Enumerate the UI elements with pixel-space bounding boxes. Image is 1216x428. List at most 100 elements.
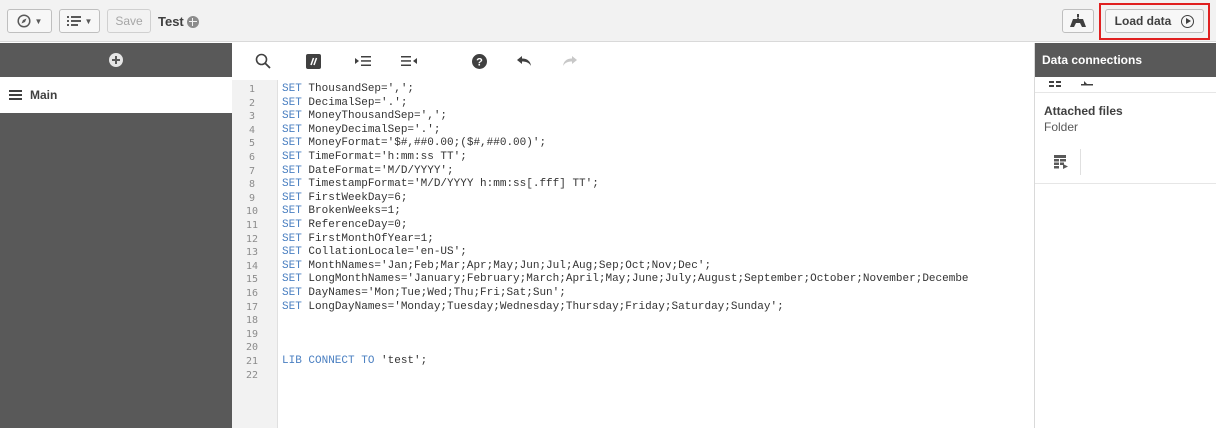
code-text: MoneyThousandSep=','; [301, 110, 448, 123]
attached-files-label: Attached files [1044, 104, 1123, 118]
app-title-text: Test [158, 14, 184, 29]
code-text: FirstMonthOfYear=1; [301, 232, 434, 245]
line-number: 15 [245, 274, 259, 286]
code-text: DayNames='Mon;Tue;Wed;Thu;Fri;Sat;Sun'; [301, 287, 566, 299]
svg-text:?: ? [476, 56, 483, 68]
global-menu-button[interactable]: ▼ [59, 9, 100, 33]
navigation-menu-button[interactable]: ▼ [7, 9, 52, 33]
line-number: 17 [245, 301, 259, 313]
line-number: 12 [245, 233, 259, 245]
code-text: CollationLocale='en-US'; [301, 246, 467, 259]
indent-icon[interactable] [354, 52, 372, 70]
code-keyword: SET [282, 123, 302, 136]
code-text: MonthNames='Jan;Feb;Mar;Apr;May;Jun;Jul;… [301, 259, 712, 272]
redo-icon[interactable] [560, 52, 578, 70]
code-line[interactable]: SET BrokenWeeks=1; [282, 205, 401, 219]
code-keyword: SET [282, 83, 302, 95]
code-line[interactable]: SET ThousandSep=','; [282, 83, 414, 97]
code-line[interactable]: SET LongDayNames='Monday;Tuesday;Wednesd… [282, 301, 784, 315]
line-number: 6 [248, 152, 256, 163]
line-number: 11 [245, 220, 259, 231]
code-line[interactable]: LIB CONNECT TO 'test'; [282, 355, 427, 369]
code-line[interactable]: SET FirstWeekDay=6; [282, 192, 407, 206]
save-button[interactable]: Save [107, 9, 151, 33]
code-text: TimestampFormat='M/D/YYYY h:mm:ss[.fff] … [301, 178, 599, 191]
play-icon [1181, 14, 1195, 28]
code-keyword: SET [282, 164, 302, 177]
line-number: 10 [245, 206, 259, 218]
code-keyword: SET [282, 287, 302, 299]
plus-icon[interactable] [109, 53, 123, 67]
code-line[interactable]: SET CollationLocale='en-US'; [282, 246, 467, 260]
line-number: 20 [245, 342, 259, 354]
code-keyword: SET [282, 300, 302, 313]
line-number: 16 [245, 288, 259, 299]
load-data-label: Load data [1114, 14, 1172, 28]
code-keyword: SET [282, 137, 302, 150]
script-editor[interactable]: SET ThousandSep=','; SET DecimalSep='.'; S… [278, 80, 1034, 428]
code-line[interactable]: SET MoneyFormat='$#,##0.00;($#,##0.00)'; [282, 137, 546, 151]
caret-down-icon: ▼ [34, 16, 43, 26]
table-icon[interactable] [1041, 149, 1081, 175]
code-keyword: SET [282, 273, 302, 286]
section-label: Main [30, 88, 58, 102]
code-line[interactable]: SET DecimalSep='.'; [282, 97, 407, 111]
line-number: 19 [245, 328, 259, 340]
folder-label: Folder [1044, 120, 1079, 134]
load-data-button[interactable]: Load data [1105, 9, 1204, 33]
code-line[interactable]: SET LongMonthNames='January;February;Mar… [282, 273, 969, 287]
code-keyword: SET [282, 246, 302, 259]
code-line[interactable]: SET DateFormat='M/D/YYYY'; [282, 165, 454, 179]
left-panel-header [0, 43, 232, 77]
line-number: 8 [248, 179, 256, 191]
code-text: ReferenceDay=0; [301, 219, 408, 231]
code-line[interactable]: SET MoneyDecimalSep='.'; [282, 124, 440, 138]
compass-icon [16, 14, 31, 28]
undo-icon[interactable] [516, 52, 534, 70]
drag-handle-icon[interactable] [9, 90, 22, 100]
app-title: Test [158, 14, 199, 29]
code-text: LongDayNames='Monday;Tuesday;Wednesday;T… [301, 300, 784, 313]
line-number: 13 [245, 247, 259, 259]
code-line[interactable]: SET DayNames='Mon;Tue;Wed;Thu;Fri;Sat;Su… [282, 287, 566, 301]
debug-icon [1070, 14, 1086, 27]
comment-icon[interactable] [304, 52, 322, 70]
help-icon[interactable]: ? [470, 52, 488, 70]
code-keyword: LIB CONNECT TO [282, 355, 375, 367]
line-number: 3 [248, 111, 256, 123]
code-line[interactable]: SET MonthNames='Jan;Feb;Mar;Apr;May;Jun;… [282, 260, 711, 274]
line-number: 1 [248, 84, 256, 95]
line-number: 21 [245, 356, 259, 367]
line-number: 2 [248, 97, 256, 109]
connection-icon-row [1035, 77, 1216, 93]
code-line[interactable]: SET MoneyThousandSep=','; [282, 110, 447, 124]
outdent-icon[interactable] [400, 52, 418, 70]
caret-down-icon: ▼ [84, 16, 93, 26]
code-text: ThousandSep=','; [301, 83, 415, 95]
line-number: 22 [245, 369, 259, 381]
code-text: MoneyDecimalSep='.'; [301, 123, 441, 136]
code-keyword: SET [282, 96, 302, 109]
insert-script-icon[interactable] [1081, 81, 1093, 89]
code-line[interactable]: SET TimeFormat='h:mm:ss TT'; [282, 151, 467, 165]
line-number: 9 [248, 192, 256, 204]
code-keyword: SET [282, 110, 302, 123]
code-line[interactable]: SET FirstMonthOfYear=1; [282, 233, 434, 247]
line-number: 18 [245, 315, 259, 327]
list-icon [66, 16, 81, 26]
code-text: TimeFormat='h:mm:ss TT'; [301, 151, 467, 163]
code-text: LongMonthNames='January;February;March;A… [301, 273, 969, 286]
globe-icon [186, 15, 199, 28]
line-number: 7 [248, 165, 256, 177]
code-keyword: SET [282, 178, 302, 191]
code-keyword: SET [282, 259, 302, 272]
debug-button[interactable] [1062, 9, 1094, 33]
code-line[interactable]: SET ReferenceDay=0; [282, 219, 407, 233]
line-number: 5 [248, 138, 256, 150]
editor-toolbar: ? [232, 43, 1034, 80]
select-data-icon[interactable] [1049, 81, 1061, 89]
search-icon[interactable] [254, 52, 272, 70]
code-line[interactable]: SET TimestampFormat='M/D/YYYY h:mm:ss[.f… [282, 178, 599, 192]
section-item-main[interactable]: Main [0, 77, 232, 113]
code-text: DecimalSep='.'; [301, 96, 408, 109]
